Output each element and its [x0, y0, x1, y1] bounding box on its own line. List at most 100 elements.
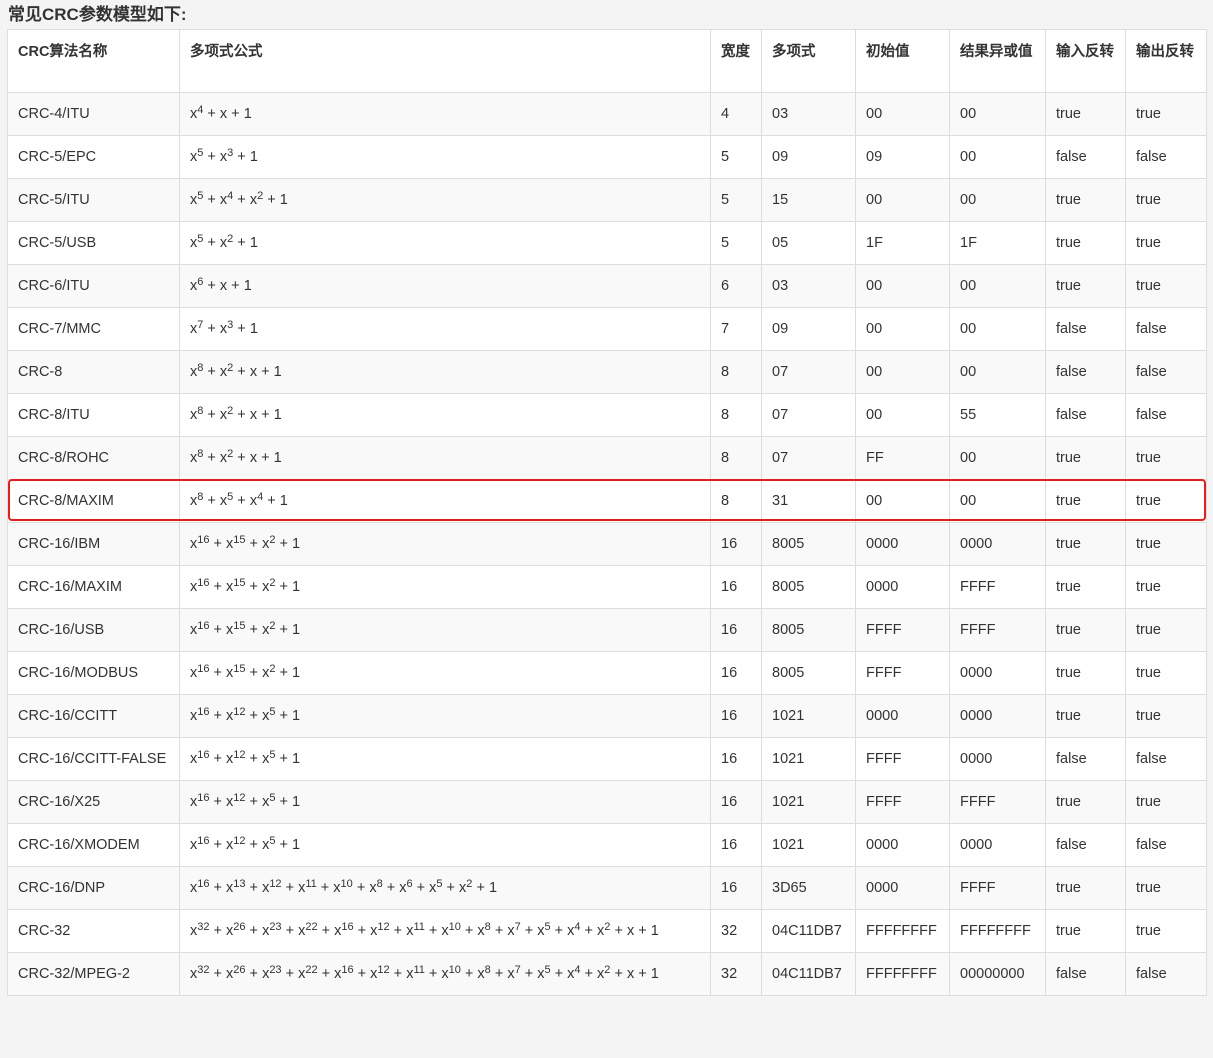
cell-refin: true: [1045, 479, 1126, 523]
poly-term-base: x: [507, 923, 515, 939]
poly-term-exponent: 16: [341, 964, 354, 976]
poly-term-base: x: [477, 923, 485, 939]
poly-term-base: x: [219, 106, 228, 122]
poly-term-exponent: 16: [341, 921, 354, 933]
cell-width: 16: [710, 565, 762, 609]
cell-name: CRC-8/ITU: [7, 393, 180, 437]
poly-term-exponent: 8: [197, 491, 204, 503]
cell-poly: 31: [761, 479, 856, 523]
cell-poly: 3D65: [761, 866, 856, 910]
cell-refout: false: [1125, 135, 1207, 179]
poly-term-base: x: [249, 192, 258, 208]
cell-init: FFFF: [855, 651, 950, 695]
cell-refin: true: [1045, 694, 1126, 738]
cell-xorout: 00: [949, 436, 1046, 480]
poly-term-exponent: 2: [604, 964, 611, 976]
cell-width: 32: [710, 952, 762, 996]
cell-refin: true: [1045, 221, 1126, 265]
poly-term-exponent: 11: [413, 921, 425, 933]
poly-term-exponent: 2: [227, 448, 234, 460]
poly-term-base: x: [249, 364, 258, 380]
cell-width: 16: [710, 651, 762, 695]
poly-term-base: 1: [249, 149, 258, 165]
cell-refin: false: [1045, 393, 1126, 437]
table-row: CRC-6/ITU x6 + x + 1 6 03 00 00 true true: [7, 264, 1207, 308]
poly-term-exponent: 12: [233, 706, 246, 718]
header-refin: 输入反转: [1045, 29, 1126, 93]
table-row: CRC-16/DNP x16 + x13 + x12 + x11 + x10 + …: [7, 866, 1207, 910]
poly-term-exponent: 12: [233, 835, 246, 847]
table-body: CRC-4/ITU x4 + x + 1 4 03 00 00 true true CRC-5/…: [7, 92, 1207, 996]
poly-term-base: 1: [291, 794, 301, 810]
cell-init: 0000: [855, 522, 950, 566]
poly-term-base: 1: [650, 923, 659, 939]
cell-xorout: FFFF: [949, 565, 1046, 609]
poly-term-exponent: 10: [448, 921, 461, 933]
cell-init: 09: [855, 135, 950, 179]
poly-term-exponent: 4: [574, 964, 581, 976]
cell-refin: true: [1045, 264, 1126, 308]
cell-init: 00: [855, 264, 950, 308]
poly-term-base: 1: [249, 321, 258, 337]
cell-name: CRC-16/XMODEM: [7, 823, 180, 867]
poly-term-base: x: [369, 880, 377, 896]
cell-formula: x5 + x3 + 1: [179, 135, 711, 179]
crc-table-container: CRC算法名称 多项式公式 宽度 多项式 初始值 结果异或值 输入反转 输出反转…: [7, 29, 1207, 996]
cell-formula: x4 + x + 1: [179, 92, 711, 136]
cell-refout: false: [1125, 307, 1207, 351]
poly-term-exponent: 15: [233, 577, 246, 589]
header-xorout: 结果异或值: [949, 29, 1046, 93]
poly-term-exponent: 8: [197, 405, 204, 417]
cell-name: CRC-7/MMC: [7, 307, 180, 351]
table-row: CRC-5/ITU x5 + x4 + x2 + 1 5 15 00 00 true true: [7, 178, 1207, 222]
cell-xorout: 00: [949, 479, 1046, 523]
cell-width: 7: [710, 307, 762, 351]
poly-term-exponent: 8: [484, 964, 491, 976]
cell-formula: x16 + x12 + x5 + 1: [179, 737, 711, 781]
poly-term-base: 1: [243, 278, 252, 294]
cell-poly: 03: [761, 264, 856, 308]
poly-term-base: x: [626, 966, 635, 982]
table-row: CRC-16/X25 x16 + x12 + x5 + 1 16 1021 FFFF FF…: [7, 780, 1207, 824]
cell-name: CRC-8/MAXIM: [7, 479, 180, 523]
poly-term-exponent: 16: [197, 577, 210, 589]
poly-term-exponent: 26: [233, 964, 246, 976]
cell-refin: true: [1045, 436, 1126, 480]
poly-term-exponent: 15: [233, 534, 246, 546]
cell-xorout: FFFF: [949, 608, 1046, 652]
cell-xorout: 0000: [949, 651, 1046, 695]
cell-refin: true: [1045, 651, 1126, 695]
poly-term-exponent: 5: [197, 190, 204, 202]
poly-term-base: x: [626, 923, 635, 939]
cell-name: CRC-4/ITU: [7, 92, 180, 136]
cell-name: CRC-16/CCITT-FALSE: [7, 737, 180, 781]
table-row: CRC-16/XMODEM x16 + x12 + x5 + 1 16 1021 000…: [7, 823, 1207, 867]
table-row: CRC-16/MODBUS x16 + x15 + x2 + 1 16 8005 FFF…: [7, 651, 1207, 695]
poly-term-exponent: 2: [269, 577, 276, 589]
poly-term-exponent: 8: [484, 921, 491, 933]
cell-init: FFFFFFFF: [855, 909, 950, 953]
table-row: CRC-16/IBM x16 + x15 + x2 + 1 16 8005 0000 00…: [7, 522, 1207, 566]
cell-init: FFFFFFFF: [855, 952, 950, 996]
cell-init: 0000: [855, 866, 950, 910]
cell-refin: false: [1045, 135, 1126, 179]
cell-poly: 09: [761, 135, 856, 179]
cell-xorout: 1F: [949, 221, 1046, 265]
poly-term-exponent: 2: [269, 534, 276, 546]
cell-formula: x16 + x12 + x5 + 1: [179, 780, 711, 824]
poly-term-exponent: 2: [269, 663, 276, 675]
cell-refin: true: [1045, 565, 1126, 609]
cell-formula: x16 + x15 + x2 + 1: [179, 565, 711, 609]
cell-width: 6: [710, 264, 762, 308]
poly-term-exponent: 2: [269, 620, 276, 632]
cell-refout: false: [1125, 393, 1207, 437]
cell-name: CRC-8: [7, 350, 180, 394]
poly-term-base: 1: [273, 407, 282, 423]
cell-poly: 8005: [761, 651, 856, 695]
cell-formula: x8 + x2 + x + 1: [179, 350, 711, 394]
cell-xorout: 00: [949, 92, 1046, 136]
cell-width: 8: [710, 479, 762, 523]
poly-term-exponent: 8: [376, 878, 383, 890]
poly-term-base: x: [249, 493, 258, 509]
poly-term-base: 1: [273, 450, 282, 466]
